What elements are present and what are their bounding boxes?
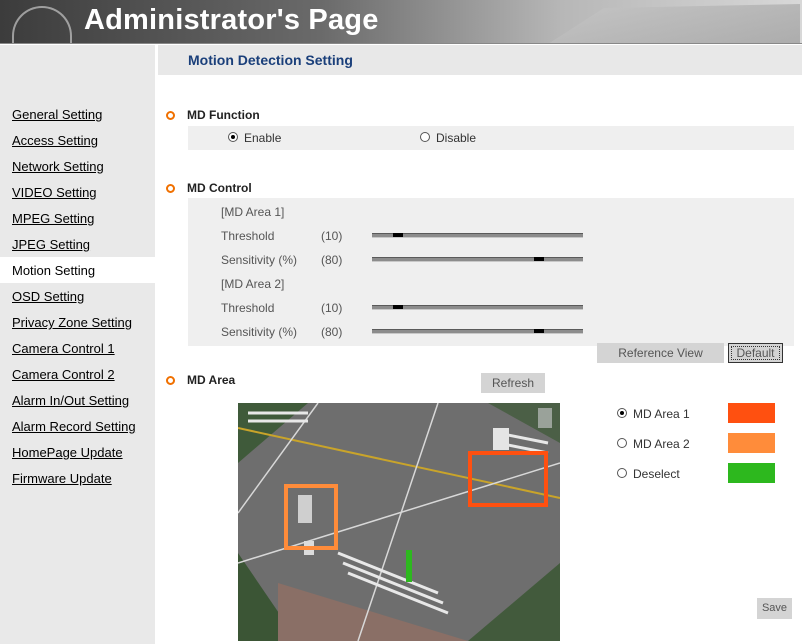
sidebar-item-osd-setting[interactable]: OSD Setting — [0, 283, 155, 309]
sidebar-item-access-setting[interactable]: Access Setting — [0, 127, 155, 153]
radio-unselected-icon — [420, 132, 430, 142]
md-area-heading: MD Area — [166, 373, 235, 387]
area1-sensitivity-slider[interactable] — [372, 257, 583, 262]
md-area-1-label: MD Area 1 — [633, 407, 690, 421]
area2-threshold-label: Threshold — [221, 301, 275, 315]
sidebar-item-video-setting[interactable]: VIDEO Setting — [0, 179, 155, 205]
deselect-color-swatch — [728, 463, 775, 483]
sidebar-item-camera-control-1[interactable]: Camera Control 1 — [0, 335, 155, 361]
md-disable-radio[interactable]: Disable — [420, 131, 476, 145]
md-function-title: MD Function — [187, 108, 260, 122]
sidebar-item-mpeg-setting[interactable]: MPEG Setting — [0, 205, 155, 231]
radio-unselected-icon — [617, 438, 627, 448]
md-control-heading: MD Control — [166, 181, 252, 195]
sidebar-item-network-setting[interactable]: Network Setting — [0, 153, 155, 179]
camera-view[interactable] — [238, 403, 560, 641]
md-area-2-radio[interactable]: MD Area 2 — [617, 437, 690, 451]
slider-thumb[interactable] — [393, 233, 403, 237]
header-banner: Administrator's Page — [0, 0, 802, 44]
area1-threshold-value: (10) — [321, 229, 343, 243]
md-area-1-color-swatch — [728, 403, 775, 423]
sidebar-item-alarm-in-out-setting[interactable]: Alarm In/Out Setting — [0, 387, 155, 413]
area2-threshold-value: (10) — [321, 301, 343, 315]
sidebar-item-homepage-update[interactable]: HomePage Update — [0, 439, 155, 465]
slider-thumb[interactable] — [393, 305, 403, 309]
slider-thumb[interactable] — [534, 329, 544, 333]
section-bullet-icon — [166, 111, 175, 120]
sidebar: General Setting Access Setting Network S… — [0, 45, 155, 644]
section-bullet-icon — [166, 184, 175, 193]
md-area1-header: [MD Area 1] — [221, 205, 285, 219]
md-enable-radio[interactable]: Enable — [228, 131, 281, 145]
md-control-panel — [188, 198, 794, 346]
md-area-2-color-swatch — [728, 433, 775, 453]
sidebar-item-general-setting[interactable]: General Setting — [0, 101, 155, 127]
slider-thumb[interactable] — [534, 257, 544, 261]
page-title-bar: Motion Detection Setting — [158, 45, 802, 75]
radio-unselected-icon — [617, 468, 627, 478]
section-bullet-icon — [166, 376, 175, 385]
deselect-radio[interactable]: Deselect — [617, 467, 680, 481]
banner-laptop-image — [548, 4, 800, 43]
sidebar-item-alarm-record-setting[interactable]: Alarm Record Setting — [0, 413, 155, 439]
area1-sensitivity-value: (80) — [321, 253, 343, 267]
area2-sensitivity-slider[interactable] — [372, 329, 583, 334]
radio-selected-icon — [617, 408, 627, 418]
md-disable-label: Disable — [436, 131, 477, 145]
page-title: Motion Detection Setting — [188, 52, 353, 68]
area1-threshold-slider[interactable] — [372, 233, 583, 238]
md-control-title: MD Control — [187, 181, 252, 195]
md-function-heading: MD Function — [166, 108, 260, 122]
area2-threshold-slider[interactable] — [372, 305, 583, 310]
sidebar-item-privacy-zone-setting[interactable]: Privacy Zone Setting — [0, 309, 155, 335]
reference-view-button[interactable]: Reference View — [597, 343, 724, 363]
area2-sensitivity-value: (80) — [321, 325, 343, 339]
deselect-label: Deselect — [633, 467, 680, 481]
area1-sensitivity-label: Sensitivity (%) — [221, 253, 298, 267]
sidebar-item-firmware-update[interactable]: Firmware Update — [0, 465, 155, 491]
md-area2-header: [MD Area 2] — [221, 277, 285, 291]
refresh-button[interactable]: Refresh — [481, 373, 545, 393]
sidebar-item-camera-control-2[interactable]: Camera Control 2 — [0, 361, 155, 387]
radio-selected-icon — [228, 132, 238, 142]
md-area-2-label: MD Area 2 — [633, 437, 690, 451]
sidebar-item-motion-setting[interactable]: Motion Setting — [0, 257, 155, 283]
md-area-1-radio[interactable]: MD Area 1 — [617, 407, 690, 421]
area2-sensitivity-label: Sensitivity (%) — [221, 325, 298, 339]
md-enable-label: Enable — [244, 131, 282, 145]
sidebar-item-jpeg-setting[interactable]: JPEG Setting — [0, 231, 155, 257]
default-button[interactable]: Default — [728, 343, 783, 363]
camera-image — [238, 403, 560, 641]
md-area-title: MD Area — [187, 373, 236, 387]
area1-threshold-label: Threshold — [221, 229, 275, 243]
banner-decoration — [12, 6, 72, 43]
header-title: Administrator's Page — [84, 4, 379, 36]
save-button[interactable]: Save — [757, 598, 792, 619]
deselect-marker — [406, 550, 412, 582]
